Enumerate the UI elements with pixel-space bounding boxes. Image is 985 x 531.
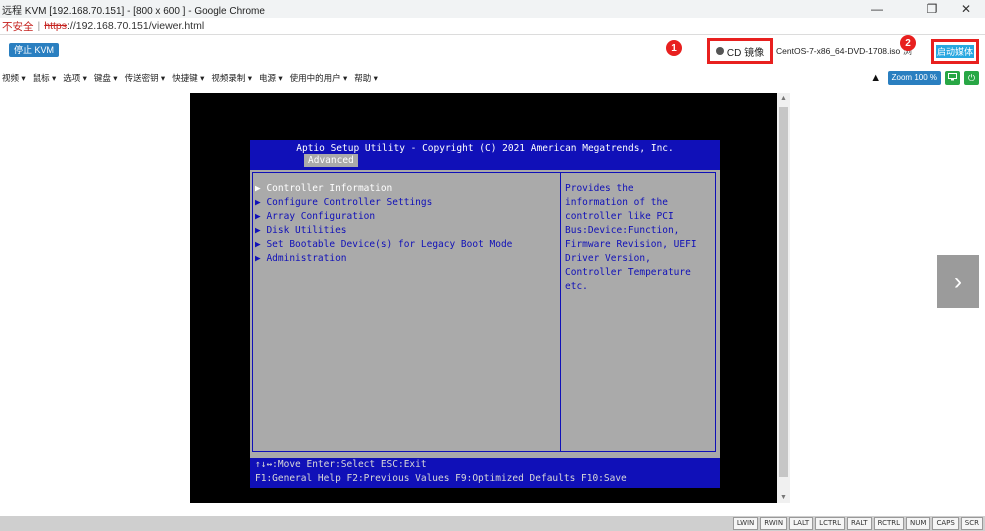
scroll-down-icon[interactable]: ▼ bbox=[780, 494, 787, 501]
bios-setup-screen: Aptio Setup Utility - Copyright (C) 2021… bbox=[250, 140, 720, 488]
menu-power[interactable]: 电源 ▾ bbox=[257, 72, 288, 84]
menu-help[interactable]: 帮助 ▾ bbox=[352, 72, 383, 84]
bios-help-line: Provides the bbox=[565, 183, 634, 194]
annotation-badge-1: 1 bbox=[666, 40, 682, 56]
key-rctrl[interactable]: RCTRL bbox=[873, 517, 905, 530]
scroll-up-icon[interactable]: ▲ bbox=[780, 95, 787, 102]
key-caps[interactable]: CAPS bbox=[932, 517, 959, 530]
viewer-scrollbar[interactable]: ▲ ▼ bbox=[777, 93, 790, 503]
menu-video-record[interactable]: 视频录制 ▾ bbox=[209, 72, 257, 84]
key-lctrl[interactable]: LCTRL bbox=[815, 517, 845, 530]
bios-help-text: Provides the information of the controll… bbox=[565, 182, 715, 294]
key-status-list: LWIN RWIN LALT LCTRL RALT RCTRL NUM CAPS… bbox=[732, 517, 983, 530]
bios-help-line: controller like PCI bbox=[565, 211, 674, 222]
menu-mouse[interactable]: 鼠标 ▾ bbox=[31, 72, 62, 84]
address-bar[interactable]: 不安全 | https ://192.168.70.151/viewer.htm… bbox=[0, 18, 985, 35]
start-media-button[interactable]: 启动媒体 bbox=[936, 45, 974, 58]
status-bar: LWIN RWIN LALT LCTRL RALT RCTRL NUM CAPS… bbox=[0, 516, 985, 531]
iso-file-name: CentOS-7-x86_64-DVD-1708.iso bbox=[776, 46, 901, 56]
cd-image-option[interactable]: CD 镜像 bbox=[707, 38, 773, 64]
bios-tab-advanced[interactable]: Advanced bbox=[304, 154, 358, 167]
power-icon[interactable]: ⏻ bbox=[964, 71, 979, 85]
cd-image-label: CD 镜像 bbox=[726, 47, 765, 59]
close-button[interactable]: ✕ bbox=[951, 0, 981, 18]
start-media-highlight: 启动媒体 bbox=[931, 39, 979, 64]
bios-item-controller-information[interactable]: ▶ Controller Information bbox=[255, 182, 555, 196]
bios-footer: ↑↓↔:Move Enter:Select ESC:Exit F1:Genera… bbox=[250, 458, 720, 488]
menu-hotkeys[interactable]: 快捷键 ▾ bbox=[170, 72, 209, 84]
address-separator: | bbox=[37, 20, 41, 32]
bios-help-line: information of the bbox=[565, 197, 668, 208]
insecure-label[interactable]: 不安全 bbox=[0, 19, 34, 34]
annotation-badge-2: 2 bbox=[900, 35, 916, 51]
viewer-tools: ▲ Zoom 100 % ⏻ bbox=[868, 71, 979, 85]
bios-footer-line-1: ↑↓↔:Move Enter:Select ESC:Exit bbox=[255, 459, 427, 470]
bios-help-line: Controller Temperature bbox=[565, 267, 691, 278]
kvm-toolbar: 停止 KVM 1 CD 镜像 CentOS-7-x86_64-DVD-1708.… bbox=[0, 35, 985, 66]
bios-help-line: Driver Version, bbox=[565, 253, 651, 264]
bios-help-line: Firmware Revision, UEFI bbox=[565, 239, 697, 250]
key-rwin[interactable]: RWIN bbox=[760, 517, 788, 530]
window-title: 远程 KVM [192.168.70.151] - [800 x 600 ] -… bbox=[2, 5, 265, 17]
radio-dot-icon bbox=[715, 47, 724, 55]
bios-item-administration[interactable]: ▶ Administration bbox=[255, 252, 555, 266]
kvm-menu-bar: 视频 ▾ 鼠标 ▾ 选项 ▾ 键盘 ▾ 传送密钥 ▾ 快捷键 ▾ 视频录制 ▾ … bbox=[0, 69, 985, 86]
key-num[interactable]: NUM bbox=[906, 517, 931, 530]
monitor-icon[interactable] bbox=[945, 71, 960, 85]
scrollbar-thumb[interactable] bbox=[779, 107, 788, 477]
maximize-button[interactable]: ❐ bbox=[917, 0, 947, 18]
bios-divider bbox=[560, 172, 561, 452]
menu-send-keys[interactable]: 传送密钥 ▾ bbox=[123, 72, 171, 84]
bios-header: Aptio Setup Utility - Copyright (C) 2021… bbox=[250, 140, 720, 170]
bios-footer-line-2: F1:General Help F2:Previous Values F9:Op… bbox=[255, 473, 627, 484]
url-text: ://192.168.70.151/viewer.html bbox=[67, 20, 205, 32]
menu-options[interactable]: 选项 ▾ bbox=[61, 72, 92, 84]
bios-item-array-configuration[interactable]: ▶ Array Configuration bbox=[255, 210, 555, 224]
bios-help-line: etc. bbox=[565, 281, 588, 292]
next-arrow-button[interactable]: › bbox=[937, 255, 979, 308]
browser-title-bar: 远程 KVM [192.168.70.151] - [800 x 600 ] -… bbox=[0, 0, 985, 18]
menu-keyboard[interactable]: 键盘 ▾ bbox=[92, 72, 123, 84]
bios-help-line: Bus:Device:Function, bbox=[565, 225, 680, 236]
url-scheme: https bbox=[44, 20, 67, 32]
bios-item-set-bootable-device[interactable]: ▶ Set Bootable Device(s) for Legacy Boot… bbox=[255, 238, 555, 252]
bios-item-configure-controller-settings[interactable]: ▶ Configure Controller Settings bbox=[255, 196, 555, 210]
minimize-button[interactable]: — bbox=[862, 0, 892, 18]
key-ralt[interactable]: RALT bbox=[847, 517, 872, 530]
key-scr[interactable]: SCR bbox=[960, 517, 983, 530]
menu-active-users[interactable]: 使用中的用户 ▾ bbox=[288, 72, 353, 84]
bios-item-disk-utilities[interactable]: ▶ Disk Utilities bbox=[255, 224, 555, 238]
stop-kvm-button[interactable]: 停止 KVM bbox=[9, 43, 60, 57]
warning-icon[interactable]: ▲ bbox=[868, 71, 884, 85]
bios-title: Aptio Setup Utility - Copyright (C) 2021… bbox=[296, 143, 674, 154]
bios-menu-list: ▶ Controller Information ▶ Configure Con… bbox=[255, 182, 555, 266]
menu-video[interactable]: 视频 ▾ bbox=[0, 72, 31, 84]
zoom-button[interactable]: Zoom 100 % bbox=[887, 71, 941, 85]
key-lalt[interactable]: LALT bbox=[789, 517, 814, 530]
key-lwin[interactable]: LWIN bbox=[732, 517, 759, 530]
